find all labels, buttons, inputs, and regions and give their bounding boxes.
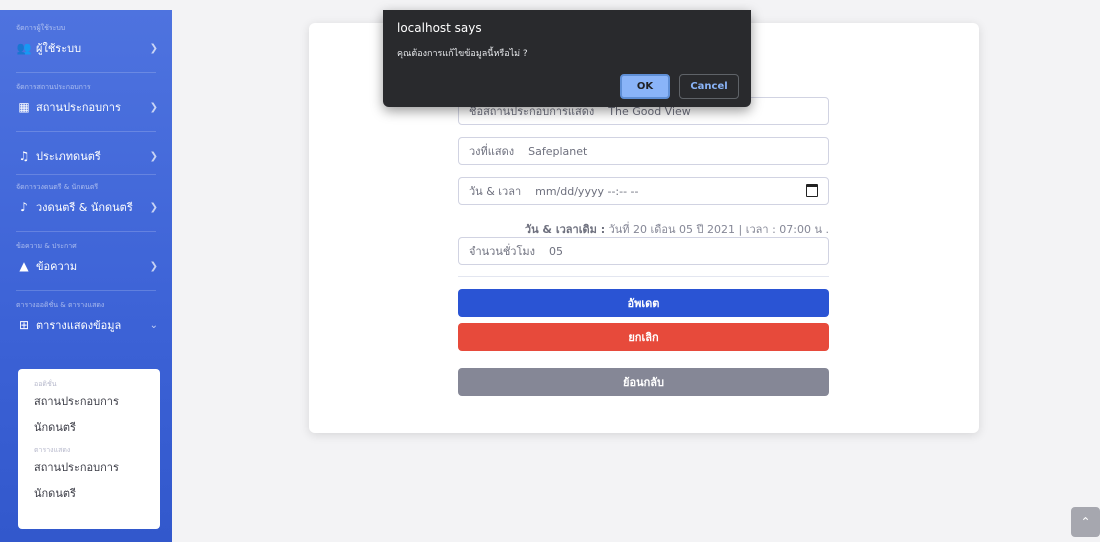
sidebar-item-label: ผู้ใช้ระบบ — [36, 42, 82, 55]
music-icon: ♫ — [18, 149, 30, 163]
sidebar-item-label: สถานประกอบการ — [36, 101, 121, 114]
chevron-right-icon: ❯ — [149, 260, 158, 272]
sidebar-item-bands[interactable]: ♪ วงดนตรี & นักดนตรี ❯ — [0, 193, 172, 221]
old-datetime-label: วัน & เวลาเดิม : — [524, 223, 606, 236]
hours-label: จำนวนชั่วโมง — [469, 245, 536, 258]
chevron-right-icon: ❯ — [149, 201, 158, 213]
chevron-right-icon: ❯ — [149, 101, 158, 113]
sidebar-item-music-types[interactable]: ♫ ประเภทดนตรี ❯ — [0, 142, 172, 170]
cancel-button[interactable]: ยกเลิก — [458, 323, 829, 351]
datetime-value: mm/dd/yyyy --:-- -- — [535, 184, 639, 198]
schedule-submenu: ออดิชั่น สถานประกอบการ นักดนตรี ตารางแสด… — [18, 369, 160, 529]
old-datetime-text: วัน & เวลาเดิม : วันที่ 20 เดือน 05 ปี 2… — [525, 220, 829, 238]
store-icon: ▦ — [18, 100, 30, 114]
table-icon: ⊞ — [18, 318, 30, 332]
datetime-label: วัน & เวลา — [469, 185, 522, 198]
sidebar-heading-venues: จัดการสถานประกอบการ — [16, 83, 91, 91]
chevron-up-icon: ⌃ — [1080, 515, 1091, 529]
sidebar-heading-schedule: ตารางออดิชั่น & ตารางแสดง — [16, 301, 105, 309]
hours-value: 05 — [549, 244, 564, 258]
chevron-right-icon: ❯ — [149, 42, 158, 54]
sidebar-item-label: ประเภทดนตรี — [36, 150, 101, 163]
submenu-item-audition-musician[interactable]: นักดนตรี — [18, 415, 160, 441]
guitar-icon: ♪ — [20, 200, 28, 214]
update-button[interactable]: อัพเดต — [458, 289, 829, 317]
submenu-item-audition-venue[interactable]: สถานประกอบการ — [18, 389, 160, 415]
dialog-message: คุณต้องการแก้ไขข้อมูลนี้หรือไม่ ? — [397, 49, 528, 59]
inbox-icon: ▲ — [19, 259, 29, 273]
sidebar-heading-users: จัดการผู้ใช้ระบบ — [16, 24, 66, 32]
hours-field[interactable]: จำนวนชั่วโมง 05 — [458, 237, 829, 265]
datetime-field[interactable]: วัน & เวลา mm/dd/yyyy --:-- -- — [458, 177, 829, 205]
chevron-right-icon: ❯ — [149, 150, 158, 162]
band-value: Safeplanet — [528, 144, 588, 158]
sidebar-item-schedule[interactable]: ⊞ ตารางแสดงข้อมูล ⌄ — [0, 311, 172, 339]
submenu-heading-audition: ออดิชั่น — [34, 380, 57, 388]
sidebar-item-messages[interactable]: ▲ ข้อความ ❯ — [0, 252, 172, 280]
dialog-ok-button[interactable]: OK — [620, 74, 670, 99]
submenu-item-show-venue[interactable]: สถานประกอบการ — [18, 455, 160, 481]
dialog-cancel-button[interactable]: Cancel — [679, 74, 739, 99]
dialog-title: localhost says — [397, 21, 482, 35]
band-field[interactable]: วงที่แสดง Safeplanet — [458, 137, 829, 165]
submenu-item-show-musician[interactable]: นักดนตรี — [18, 481, 160, 507]
chevron-down-icon: ⌄ — [149, 319, 158, 331]
calendar-icon[interactable] — [806, 184, 818, 197]
submenu-heading-show: ตารางแสดง — [34, 446, 71, 454]
users-icon: 👥 — [16, 41, 32, 55]
back-button[interactable]: ย้อนกลับ — [458, 368, 829, 396]
sidebar-heading-messages: ข้อความ & ประกาศ — [16, 242, 77, 250]
sidebar-item-label: ตารางแสดงข้อมูล — [36, 319, 122, 332]
sidebar-heading-bands: จัดการวงดนตรี & นักดนตรี — [16, 183, 99, 191]
sidebar-item-users[interactable]: 👥 ผู้ใช้ระบบ ❯ — [0, 34, 172, 62]
divider — [458, 276, 829, 277]
old-datetime-value: วันที่ 20 เดือน 05 ปี 2021 | เวลา : 07:0… — [608, 223, 829, 236]
scroll-to-top-button[interactable]: ⌃ — [1071, 507, 1100, 537]
sidebar-item-label: ข้อความ — [36, 260, 78, 273]
confirm-dialog: localhost says คุณต้องการแก้ไขข้อมูลนี้ห… — [383, 10, 751, 107]
band-label: วงที่แสดง — [469, 145, 515, 158]
sidebar-item-label: วงดนตรี & นักดนตรี — [36, 201, 133, 214]
sidebar-item-venues[interactable]: ▦ สถานประกอบการ ❯ — [0, 93, 172, 121]
